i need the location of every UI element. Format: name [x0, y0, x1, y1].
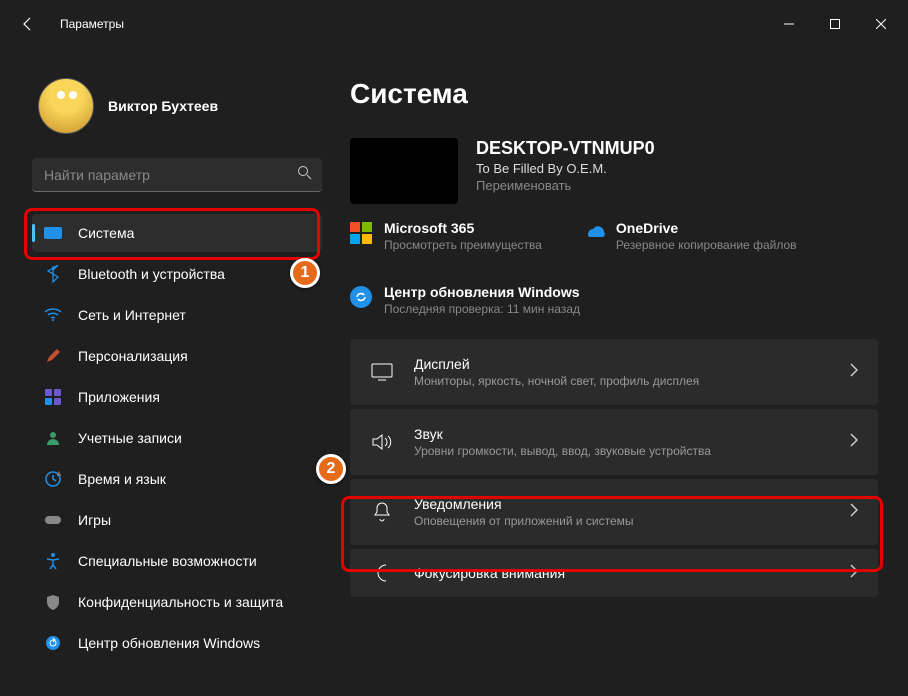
card-sound[interactable]: Звук Уровни громкости, вывод, ввод, звук…	[350, 409, 878, 475]
card-sub: Оповещения от приложений и системы	[414, 514, 830, 528]
service-title: Microsoft 365	[384, 220, 542, 236]
gamepad-icon	[44, 511, 62, 529]
card-title: Фокусировка внимания	[414, 565, 830, 581]
nav-accessibility[interactable]: Специальные возможности	[32, 542, 322, 580]
page-title: Система	[350, 78, 878, 110]
window-title: Параметры	[60, 17, 124, 31]
service-sub: Просмотреть преимущества	[384, 238, 542, 254]
service-onedrive[interactable]: OneDrive Резервное копирование файлов	[582, 220, 797, 254]
nav: Система Bluetooth и устройства Сеть и Ин…	[32, 214, 322, 662]
svg-text:А: А	[57, 472, 61, 478]
back-button[interactable]	[8, 4, 48, 44]
nav-network[interactable]: Сеть и Интернет	[32, 296, 322, 334]
card-display[interactable]: Дисплей Мониторы, яркость, ночной свет, …	[350, 339, 878, 405]
sound-icon	[370, 432, 394, 452]
nav-label: Центр обновления Windows	[78, 635, 260, 651]
chevron-right-icon	[850, 363, 858, 382]
services-row: Microsoft 365 Просмотреть преимущества O…	[350, 220, 878, 254]
nav-label: Приложения	[78, 389, 160, 405]
titlebar: Параметры	[0, 0, 908, 48]
update-icon	[44, 634, 62, 652]
nav-system[interactable]: Система	[32, 214, 322, 252]
accessibility-icon	[44, 552, 62, 570]
pc-block: DESKTOP-VTNMUP0 To Be Filled By O.E.M. П…	[350, 138, 878, 204]
onedrive-icon	[582, 222, 604, 244]
nav-gaming[interactable]: Игры	[32, 501, 322, 539]
nav-label: Сеть и Интернет	[78, 307, 186, 323]
display-icon	[370, 363, 394, 381]
settings-cards: Дисплей Мониторы, яркость, ночной свет, …	[350, 339, 878, 597]
update-title: Центр обновления Windows	[384, 284, 580, 300]
search-icon	[297, 165, 312, 185]
brush-icon	[44, 347, 62, 365]
moon-icon	[370, 563, 394, 583]
nav-label: Система	[78, 225, 134, 241]
card-sub: Уровни громкости, вывод, ввод, звуковые …	[414, 444, 830, 458]
chevron-right-icon	[850, 433, 858, 452]
service-sub: Резервное копирование файлов	[616, 238, 797, 254]
apps-icon	[44, 388, 62, 406]
nav-time[interactable]: А Время и язык	[32, 460, 322, 498]
nav-windows-update[interactable]: Центр обновления Windows	[32, 624, 322, 662]
nav-label: Игры	[78, 512, 111, 528]
pc-name: DESKTOP-VTNMUP0	[476, 138, 655, 159]
update-sub: Последняя проверка: 11 мин назад	[384, 302, 580, 318]
nav-label: Bluetooth и устройства	[78, 266, 225, 282]
nav-bluetooth[interactable]: Bluetooth и устройства	[32, 255, 322, 293]
windows-update-block[interactable]: Центр обновления Windows Последняя прове…	[350, 284, 878, 318]
nav-personalization[interactable]: Персонализация	[32, 337, 322, 375]
bell-icon	[370, 501, 394, 523]
maximize-button[interactable]	[812, 8, 858, 40]
sidebar: Виктор Бухтеев Система Bluetooth и устро…	[32, 48, 322, 696]
nav-label: Время и язык	[78, 471, 166, 487]
close-button[interactable]	[858, 8, 904, 40]
chevron-right-icon	[850, 503, 858, 522]
nav-label: Конфиденциальность и защита	[78, 594, 283, 610]
pc-thumbnail	[350, 138, 458, 204]
card-title: Звук	[414, 426, 830, 442]
system-icon	[44, 224, 62, 242]
user-block[interactable]: Виктор Бухтеев	[32, 78, 322, 134]
nav-privacy[interactable]: Конфиденциальность и защита	[32, 583, 322, 621]
service-title: OneDrive	[616, 220, 797, 236]
user-name: Виктор Бухтеев	[108, 98, 218, 114]
bluetooth-icon	[44, 265, 62, 283]
service-m365[interactable]: Microsoft 365 Просмотреть преимущества	[350, 220, 542, 254]
avatar	[38, 78, 94, 134]
person-icon	[44, 429, 62, 447]
search	[32, 158, 322, 192]
clock-icon: А	[44, 470, 62, 488]
card-notifications[interactable]: Уведомления Оповещения от приложений и с…	[350, 479, 878, 545]
nav-accounts[interactable]: Учетные записи	[32, 419, 322, 457]
window-controls	[766, 8, 904, 40]
minimize-button[interactable]	[766, 8, 812, 40]
search-input[interactable]	[32, 158, 322, 192]
wifi-icon	[44, 306, 62, 324]
nav-label: Учетные записи	[78, 430, 182, 446]
card-focus[interactable]: Фокусировка внимания	[350, 549, 878, 597]
arrow-left-icon	[20, 16, 36, 32]
card-sub: Мониторы, яркость, ночной свет, профиль …	[414, 374, 830, 388]
main: Система DESKTOP-VTNMUP0 To Be Filled By …	[322, 48, 898, 696]
shield-icon	[44, 593, 62, 611]
card-title: Дисплей	[414, 356, 830, 372]
nav-label: Персонализация	[78, 348, 188, 364]
card-title: Уведомления	[414, 496, 830, 512]
chevron-right-icon	[850, 564, 858, 583]
update-sync-icon	[350, 286, 372, 308]
nav-apps[interactable]: Приложения	[32, 378, 322, 416]
m365-icon	[350, 222, 372, 244]
nav-label: Специальные возможности	[78, 553, 257, 569]
rename-pc-link[interactable]: Переименовать	[476, 178, 655, 193]
pc-model: To Be Filled By O.E.M.	[476, 161, 655, 176]
